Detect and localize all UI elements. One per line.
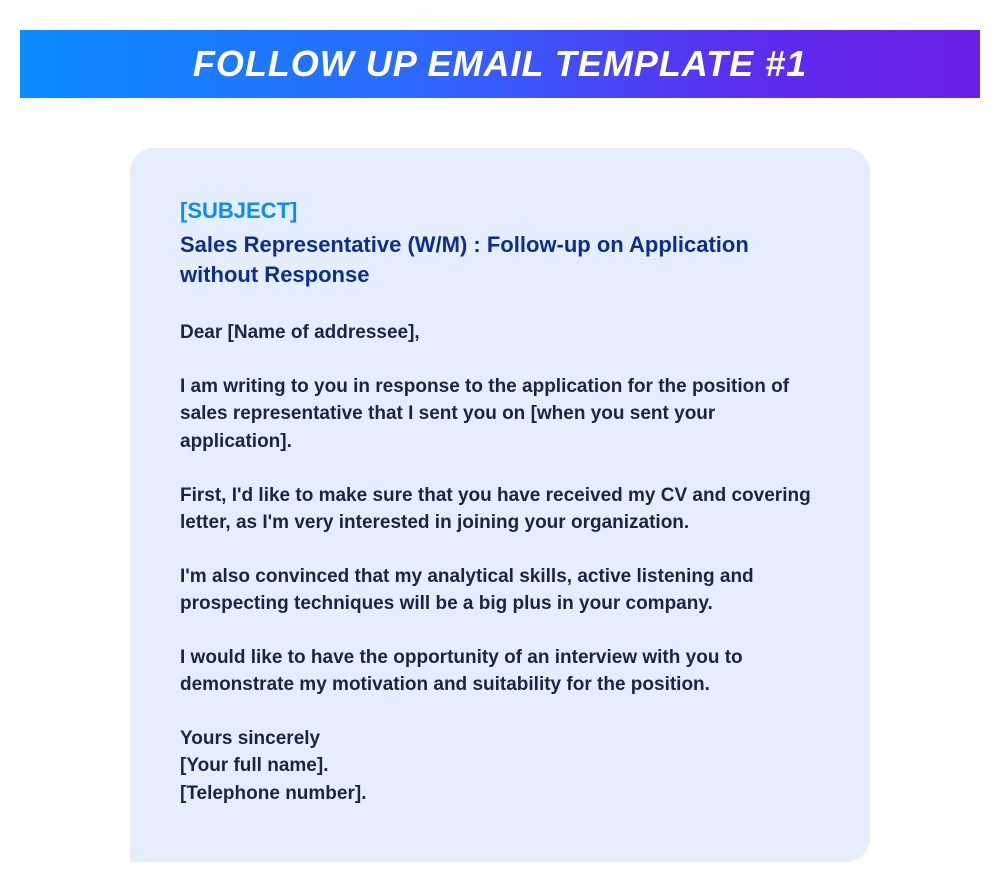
header-title: FOLLOW UP EMAIL TEMPLATE #1 (193, 43, 807, 85)
closing-phone: [Telephone number]. (180, 780, 820, 808)
paragraph-4: I would like to have the opportunity of … (180, 644, 820, 699)
paragraph-1: I am writing to you in response to the a… (180, 373, 820, 456)
greeting: Dear [Name of addressee], (180, 319, 820, 347)
paragraph-2: First, I'd like to make sure that you ha… (180, 482, 820, 537)
header-banner: FOLLOW UP EMAIL TEMPLATE #1 (20, 30, 980, 98)
closing-salutation: Yours sincerely (180, 725, 820, 753)
subject-line: Sales Representative (W/M) : Follow-up o… (180, 230, 820, 289)
subject-label: [SUBJECT] (180, 198, 820, 224)
closing-block: Yours sincerely [Your full name]. [Telep… (180, 725, 820, 808)
closing-name: [Your full name]. (180, 752, 820, 780)
email-template-card: [SUBJECT] Sales Representative (W/M) : F… (130, 148, 870, 862)
paragraph-3: I'm also convinced that my analytical sk… (180, 563, 820, 618)
